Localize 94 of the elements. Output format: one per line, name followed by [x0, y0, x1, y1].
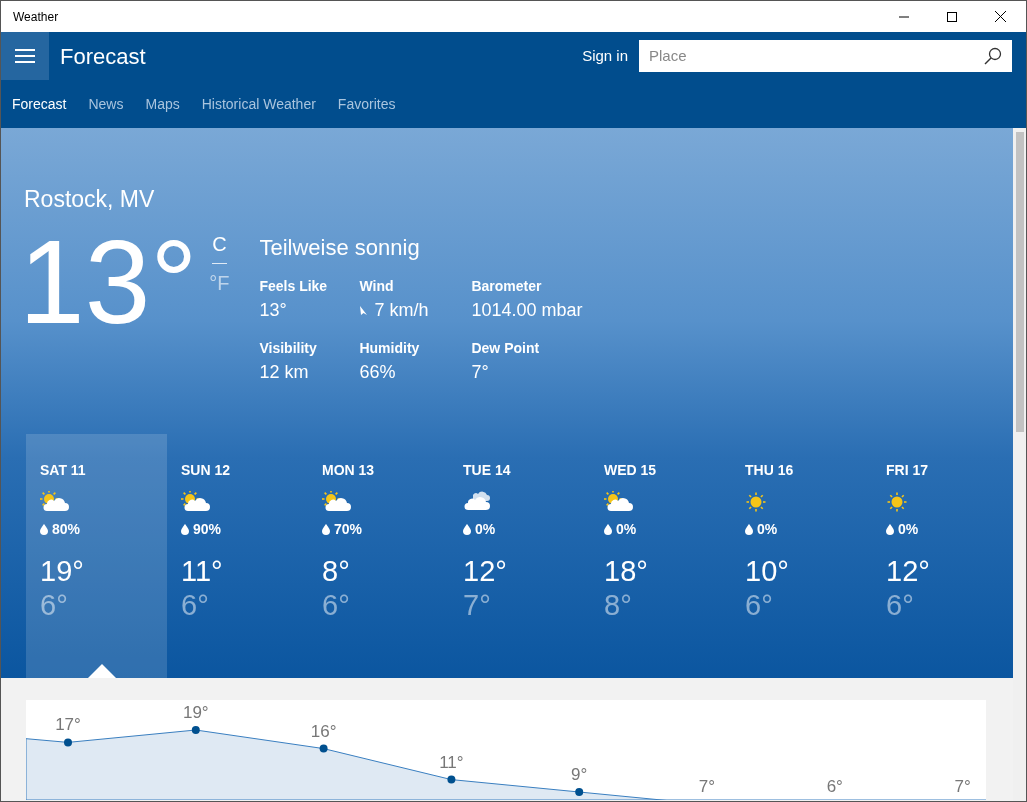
location-name: Rostock, MV [24, 185, 156, 214]
selection-pointer-icon [88, 664, 116, 678]
sun-cloud-icon [40, 490, 70, 513]
day-label: MON 13 [322, 460, 376, 480]
day-label: SAT 11 [40, 460, 87, 480]
menu-icon [15, 48, 35, 64]
low-temperature: 7° [463, 587, 492, 622]
sun-icon [886, 490, 908, 513]
detail-value: 13° [259, 298, 287, 322]
day-forecast-card[interactable]: SUN 12 90% 11° 6° [167, 433, 308, 678]
temperature-label: 11° [439, 752, 464, 772]
low-temperature: 6° [40, 587, 69, 622]
precipitation: 90% [193, 519, 222, 539]
raindrop-icon [886, 523, 894, 535]
detail-value: 12 km [259, 360, 309, 384]
precipitation: 0% [475, 519, 496, 539]
data-point [319, 744, 328, 753]
temperature-label: 16° [310, 721, 337, 741]
precipitation: 70% [334, 519, 363, 539]
high-temperature: 18° [604, 553, 649, 588]
low-temperature: 6° [745, 587, 774, 622]
current-temperature: 13° [19, 222, 198, 350]
temperature-label: 17° [55, 715, 81, 735]
weather-condition: Teilweise sonnig [259, 233, 421, 262]
raindrop-icon [604, 523, 612, 535]
menu-button[interactable] [1, 32, 49, 80]
data-point [191, 726, 200, 734]
day-forecast-card[interactable]: TUE 14 0% 12° 7° [449, 433, 590, 678]
low-temperature: 6° [181, 587, 210, 622]
day-forecast-card[interactable]: SAT 11 80% 19° 6° [26, 433, 167, 678]
day-forecast-card[interactable]: THU 16 0% 10° 6° [731, 433, 872, 678]
search-icon[interactable] [984, 47, 1002, 65]
maximize-icon[interactable] [947, 11, 957, 22]
day-label: TUE 14 [463, 460, 512, 480]
temperature-label: 7° [698, 777, 716, 796]
high-temperature: 10° [745, 553, 790, 588]
close-icon[interactable] [995, 11, 1006, 22]
detail-label: Feels Like [259, 276, 329, 296]
temperature-label: 9° [571, 765, 588, 784]
detail-label: Visibility [259, 338, 318, 358]
data-point [575, 788, 584, 796]
nav-tab[interactable]: News [88, 93, 124, 115]
precipitation: 0% [757, 519, 778, 539]
detail-label: Wind [359, 276, 395, 296]
sun-cloud-icon [181, 490, 211, 513]
detail-label: Humidity [359, 338, 421, 358]
window-title: Weather [13, 8, 60, 26]
detail-value: 7° [471, 360, 489, 384]
nav-tab[interactable]: Maps [145, 93, 180, 115]
high-temperature: 8° [322, 553, 351, 588]
day-label: SUN 12 [181, 460, 232, 480]
day-forecast-card[interactable]: WED 15 0% 18° 8° [590, 433, 731, 678]
day-label: THU 16 [745, 460, 795, 480]
raindrop-icon [745, 523, 753, 535]
raindrop-icon [463, 523, 471, 535]
low-temperature: 6° [322, 587, 351, 622]
high-temperature: 11° [181, 553, 224, 588]
search-field[interactable]: Place [639, 40, 1012, 72]
high-temperature: 12° [463, 553, 508, 588]
day-forecast-card[interactable]: FRI 17 0% 12° 6° [872, 433, 1013, 678]
data-point [447, 775, 456, 784]
nav-tab[interactable]: Favorites [337, 93, 396, 115]
wind-arrow-icon [359, 304, 369, 316]
raindrop-icon [40, 523, 48, 535]
day-label: FRI 17 [886, 460, 929, 480]
precipitation: 80% [52, 519, 81, 539]
detail-label: Dew Point [471, 338, 541, 358]
precipitation: 0% [616, 519, 637, 539]
sun-cloud-icon [604, 490, 634, 513]
page-title: Forecast [60, 42, 147, 71]
temperature-label: 19° [182, 703, 209, 722]
detail-value: 1014.00 mbar [471, 298, 583, 322]
cloud-icon [463, 490, 493, 513]
low-temperature: 8° [604, 587, 633, 622]
nav-tab[interactable]: Forecast [12, 93, 67, 115]
detail-label: Barometer [471, 276, 543, 296]
low-temperature: 6° [886, 587, 915, 622]
detail-value: 7 km/h [374, 298, 429, 322]
sun-icon [745, 490, 767, 513]
day-forecast-card[interactable]: MON 13 70% 8° 6° [308, 433, 449, 678]
raindrop-icon [322, 523, 330, 535]
detail-value: 66% [359, 360, 396, 384]
sign-in-link[interactable]: Sign in [582, 44, 628, 68]
precipitation: 0% [898, 519, 919, 539]
temperature-label: 6° [826, 777, 843, 796]
raindrop-icon [181, 523, 189, 535]
day-label: WED 15 [604, 460, 658, 480]
high-temperature: 19° [40, 553, 85, 588]
place-input[interactable]: Place [649, 44, 984, 68]
nav-tab[interactable]: Historical Weather [201, 93, 316, 115]
temperature-label: 7° [954, 777, 971, 796]
high-temperature: 12° [886, 553, 931, 588]
sun-cloud-icon [322, 490, 352, 513]
data-point [64, 738, 72, 747]
